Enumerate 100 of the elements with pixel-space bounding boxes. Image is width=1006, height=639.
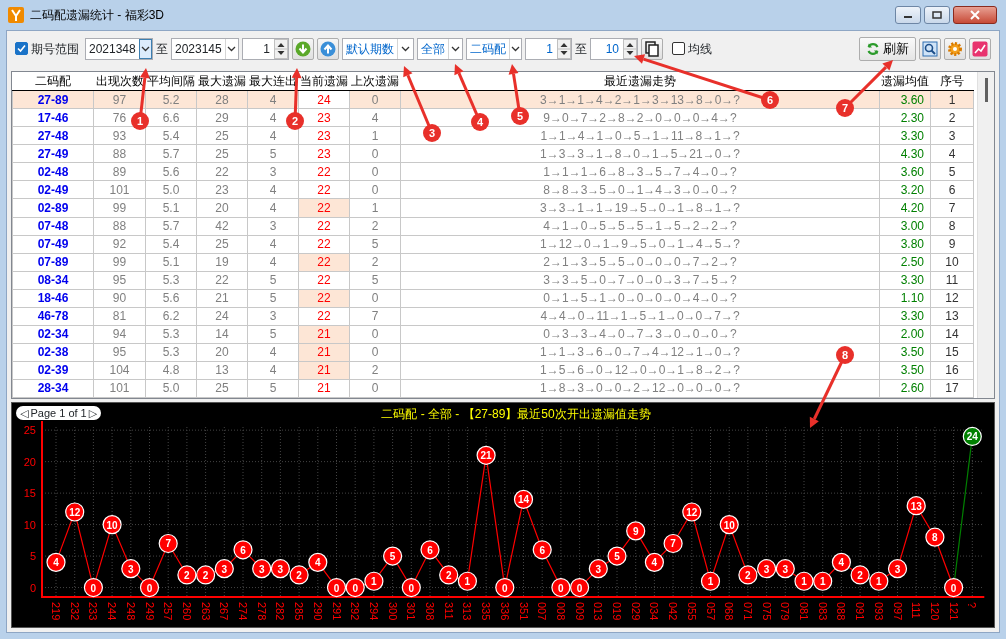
table-cell: 21 bbox=[196, 289, 248, 308]
table-cell: 0 bbox=[349, 289, 401, 308]
data-label: 1 bbox=[707, 576, 714, 588]
table-cell: 4 bbox=[247, 235, 299, 254]
x-tick-label: 088 bbox=[835, 602, 848, 621]
data-point-marker: 21 bbox=[476, 445, 496, 465]
y-tick-label: 10 bbox=[23, 518, 36, 531]
table-cell: 0 bbox=[349, 325, 401, 344]
x-tick-label: 081 bbox=[798, 602, 810, 621]
table-cell: 6.2 bbox=[145, 307, 197, 326]
data-label: 1 bbox=[371, 576, 378, 588]
table-cell: 5 bbox=[247, 289, 299, 308]
table-cell: 7 bbox=[349, 307, 401, 326]
table-cell: 5.7 bbox=[145, 217, 197, 236]
table-cell: 2.50 bbox=[879, 253, 931, 272]
x-tick-label: 291 bbox=[330, 602, 343, 621]
column-header: 二码配 bbox=[12, 71, 94, 91]
table-cell: 11 bbox=[930, 271, 974, 290]
data-point-marker: 3 bbox=[252, 559, 272, 579]
close-button[interactable] bbox=[953, 6, 997, 24]
spin-arrows-icon[interactable] bbox=[557, 38, 571, 59]
table-cell: 4 bbox=[247, 343, 299, 362]
table-cell: 25 bbox=[196, 126, 248, 145]
table-cell: 0 bbox=[349, 343, 401, 362]
checkbox-label: 均线 bbox=[688, 40, 712, 58]
data-label: 3 bbox=[894, 563, 901, 575]
table-cell: 18-46 bbox=[12, 289, 94, 308]
data-point-marker: 6 bbox=[233, 540, 253, 560]
table-cell: 02-49 bbox=[12, 180, 94, 199]
next-page-button[interactable]: ▷ bbox=[88, 406, 98, 420]
data-point-marker: 0 bbox=[83, 577, 103, 598]
minimize-button[interactable] bbox=[895, 6, 921, 24]
x-tick-label: 121 bbox=[947, 602, 960, 621]
close-icon bbox=[970, 10, 980, 20]
x-tick-label: 300 bbox=[386, 602, 399, 621]
avg-line-checkbox[interactable] bbox=[672, 42, 685, 56]
table-cell: 5 bbox=[247, 271, 299, 290]
range-checkbox[interactable] bbox=[15, 42, 28, 56]
arrow-up-button[interactable] bbox=[317, 37, 339, 60]
data-label: 2 bbox=[745, 569, 752, 581]
group-dropdown[interactable]: 二码配 bbox=[466, 37, 522, 60]
spin-arrows-icon[interactable] bbox=[623, 38, 637, 59]
data-label: 4 bbox=[651, 557, 658, 569]
data-point-marker: 0 bbox=[401, 577, 421, 598]
number-spinner[interactable]: 1 bbox=[242, 37, 289, 60]
data-label: 0 bbox=[408, 582, 415, 594]
filter-dropdown[interactable]: 全部 bbox=[417, 37, 463, 60]
data-label: 0 bbox=[146, 582, 153, 594]
period-dropdown[interactable]: 默认期数 bbox=[342, 37, 414, 60]
table-cell: 1 bbox=[349, 126, 401, 145]
x-tick-label: ? bbox=[966, 602, 979, 609]
x-tick-label: 313 bbox=[461, 602, 474, 621]
number-spinner[interactable]: 10 bbox=[590, 37, 638, 60]
table-cell: 3.50 bbox=[879, 343, 931, 362]
data-point-marker: 0 bbox=[495, 577, 515, 598]
range-separator: 至 bbox=[575, 40, 587, 58]
x-tick-label: 029 bbox=[629, 602, 642, 621]
column-header: 遗漏均值 bbox=[879, 71, 931, 91]
x-tick-label: 008 bbox=[554, 602, 567, 621]
table-cell: 88 bbox=[93, 144, 146, 163]
spin-arrows-icon[interactable] bbox=[274, 38, 288, 59]
data-point-marker: 12 bbox=[682, 502, 702, 522]
x-tick-label: 351 bbox=[517, 602, 530, 621]
table-cell: 5.1 bbox=[145, 253, 197, 272]
data-point-marker: 6 bbox=[532, 540, 552, 560]
table-cell: 22 bbox=[196, 271, 248, 290]
x-tick-label: 009 bbox=[573, 602, 586, 621]
table-cell: 29 bbox=[196, 108, 248, 127]
x-tick-label: 093 bbox=[872, 602, 885, 621]
x-tick-label: 294 bbox=[367, 602, 380, 621]
table-cell: 3.30 bbox=[879, 307, 931, 326]
search-button[interactable] bbox=[919, 37, 941, 60]
table-cell: 4 bbox=[247, 199, 299, 218]
x-tick-label: 311 bbox=[442, 602, 455, 620]
issue-dropdown[interactable]: 2021348 bbox=[85, 37, 153, 60]
data-label: 0 bbox=[558, 582, 565, 594]
x-tick-label: 042 bbox=[667, 602, 680, 621]
x-tick-label: 097 bbox=[891, 602, 904, 621]
table-cell: 25 bbox=[196, 144, 248, 163]
data-point-marker: 3 bbox=[887, 559, 908, 579]
table-cell: 5.6 bbox=[145, 289, 197, 308]
table-cell: 101 bbox=[93, 180, 146, 199]
chart-button[interactable] bbox=[969, 37, 991, 60]
data-point-marker: 5 bbox=[607, 546, 627, 566]
table-cell: 08-34 bbox=[12, 271, 94, 290]
scrollbar[interactable] bbox=[977, 71, 994, 398]
table-cell: 5 bbox=[349, 235, 401, 254]
issue-dropdown[interactable]: 2023145 bbox=[171, 37, 239, 60]
refresh-button[interactable]: 刷新 bbox=[859, 36, 916, 61]
data-point-marker: 0 bbox=[345, 577, 365, 598]
data-label: 2 bbox=[296, 569, 303, 581]
maximize-icon bbox=[932, 11, 942, 19]
x-tick-label: 267 bbox=[218, 602, 231, 621]
copy-button[interactable] bbox=[641, 37, 663, 60]
table-cell: 3.00 bbox=[879, 217, 931, 236]
maximize-button[interactable] bbox=[924, 6, 950, 24]
prev-page-button[interactable]: ◁ bbox=[20, 406, 29, 420]
table-cell: 23 bbox=[196, 180, 248, 199]
number-spinner[interactable]: 1 bbox=[525, 37, 572, 60]
table-cell: 81 bbox=[93, 307, 146, 326]
